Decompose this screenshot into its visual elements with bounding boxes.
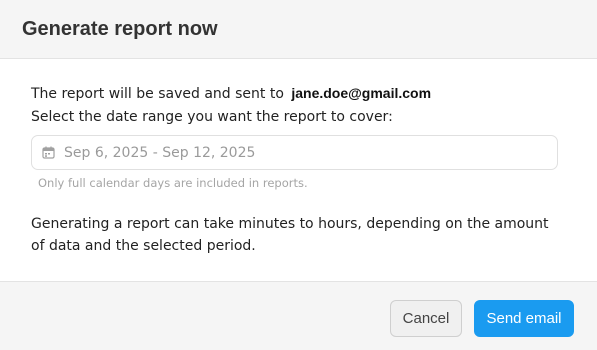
date-range-input[interactable]: Sep 6, 2025 - Sep 12, 2025: [31, 135, 558, 170]
dialog-title: Generate report now: [22, 17, 218, 40]
date-prompt: Select the date range you want the repor…: [31, 109, 393, 125]
send-email-button[interactable]: Send email: [474, 300, 574, 337]
helper-text: Only full calendar days are included in …: [38, 176, 308, 190]
dialog-header: Generate report now: [0, 0, 597, 59]
cancel-button[interactable]: Cancel: [390, 300, 462, 337]
recipient-text: The report will be saved and sent to: [31, 86, 284, 102]
calendar-icon: [42, 146, 55, 159]
recipient-line: The report will be saved and sent to jan…: [31, 84, 566, 103]
recipient-email: jane.doe@gmail.com: [291, 85, 432, 101]
dialog-footer: Cancel Send email: [0, 281, 597, 350]
date-range-value: Sep 6, 2025 - Sep 12, 2025: [64, 144, 256, 161]
processing-note: Generating a report can take minutes to …: [31, 216, 549, 254]
generate-report-dialog: Generate report now The report will be s…: [0, 0, 597, 350]
dialog-body: The report will be saved and sent to jan…: [0, 59, 597, 281]
